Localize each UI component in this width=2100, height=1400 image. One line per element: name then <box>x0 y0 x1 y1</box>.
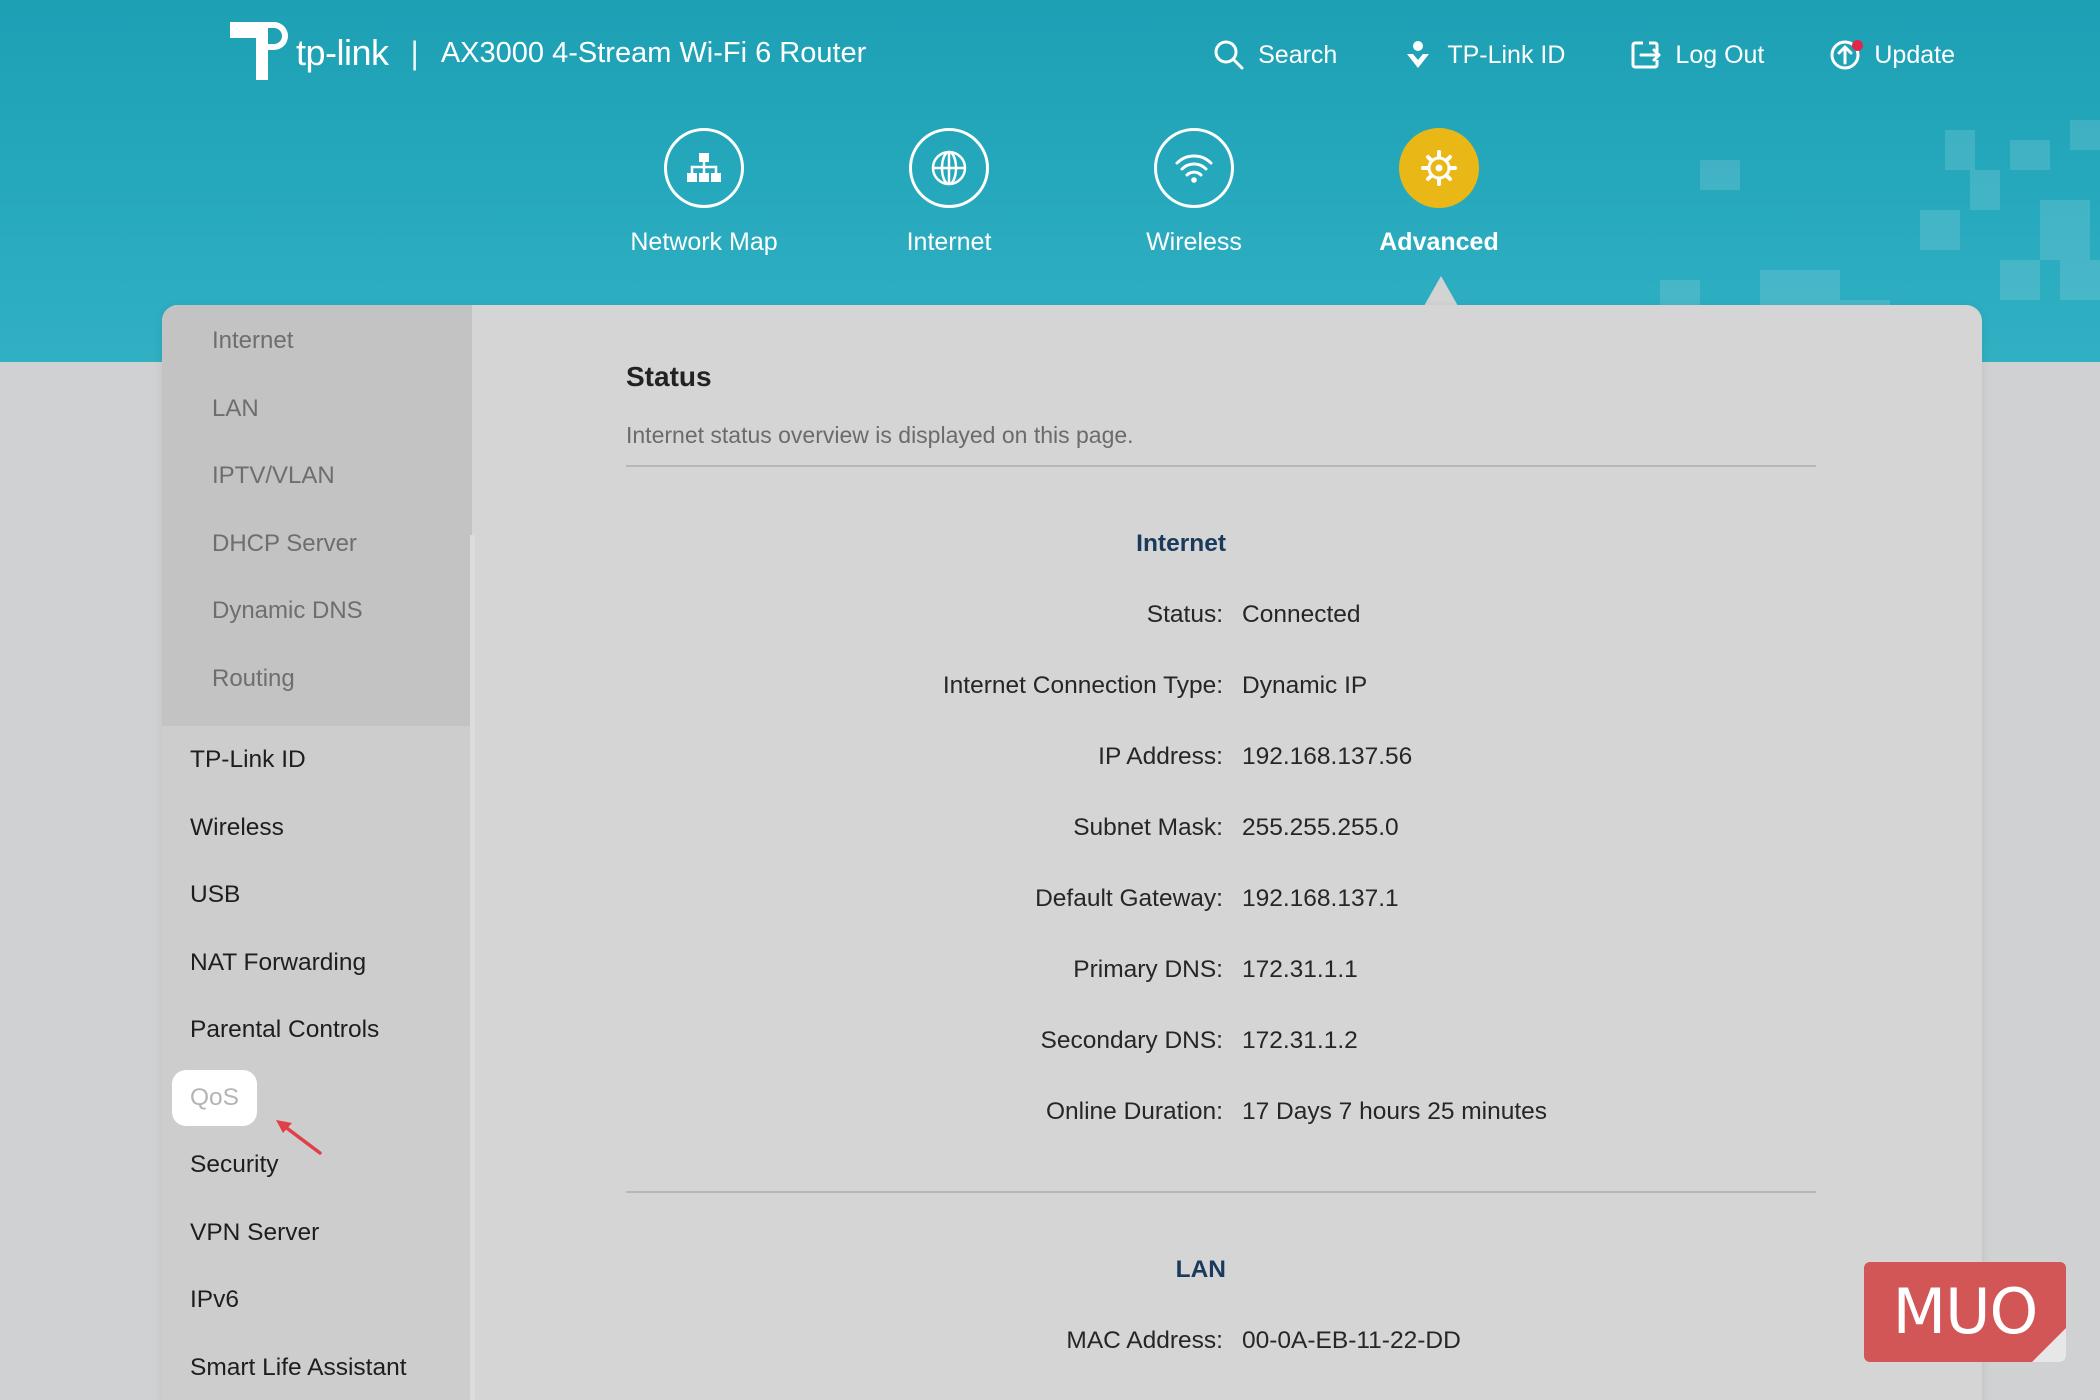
sidebar-item-wireless[interactable]: Wireless <box>162 800 472 868</box>
status-row-label: Primary DNS: <box>1073 956 1223 983</box>
section-divider <box>626 465 1816 467</box>
status-row: Default Gateway: 192.168.137.1 <box>626 885 1816 925</box>
sidebar-subitem-iptv-vlan[interactable]: IPTV/VLAN <box>162 450 472 518</box>
nav-internet[interactable]: Internet <box>849 128 1049 257</box>
status-row-value: 17 Days 7 hours 25 minutes <box>1242 1098 1548 1125</box>
header-separator: | <box>410 34 419 71</box>
section-divider <box>626 1191 1816 1193</box>
active-nav-pointer <box>1424 276 1458 306</box>
status-row-value: 172.31.1.2 <box>1242 1027 1358 1054</box>
status-row-label: Default Gateway: <box>1035 885 1223 912</box>
status-row: MAC Address: 00-0A-EB-11-22-DD <box>626 1327 1816 1367</box>
tplink-id-icon <box>1407 41 1430 68</box>
page-description: Internet status overview is displayed on… <box>626 422 1134 448</box>
sidebar-item-usb[interactable]: USB <box>162 867 472 935</box>
logo-text: tp-link <box>296 32 389 73</box>
nav-network-map[interactable]: Network Map <box>604 128 804 257</box>
status-row-value: 172.31.1.1 <box>1242 956 1358 983</box>
sidebar-item-nat-forwarding[interactable]: NAT Forwarding <box>162 935 472 1003</box>
status-row-label: Secondary DNS: <box>1040 1027 1223 1054</box>
status-row-value: 192.168.137.56 <box>1242 743 1413 770</box>
status-row-label: Status: <box>1146 601 1223 628</box>
update-label: Update <box>1874 40 1955 69</box>
logout-icon <box>1631 41 1661 69</box>
globe-icon <box>931 150 967 186</box>
status-row-label: MAC Address: <box>1066 1327 1223 1354</box>
search-icon <box>1214 40 1244 70</box>
nav-internet-label: Internet <box>906 228 992 256</box>
status-row: Status: Connected <box>626 601 1816 641</box>
status-row-label: Subnet Mask: <box>1073 814 1223 841</box>
sidebar: Internet LAN IPTV/VLAN DHCP Server Dynam… <box>162 305 472 1400</box>
logout-button[interactable]: Log Out <box>1629 38 1764 72</box>
wifi-icon <box>1175 154 1213 183</box>
status-row: Subnet Mask: 255.255.255.0 <box>626 814 1816 854</box>
main-panel: Internet LAN IPTV/VLAN DHCP Server Dynam… <box>162 305 1982 1400</box>
network-map-icon <box>687 153 721 182</box>
logout-label: Log Out <box>1675 40 1765 69</box>
status-row-value: 255.255.255.0 <box>1242 814 1399 841</box>
watermark-logo: MUO <box>1864 1262 2066 1362</box>
page-title: Status <box>626 361 712 392</box>
sidebar-item-smart-life-assistant[interactable]: Smart Life Assistant <box>162 1340 472 1400</box>
status-row-label: IP Address: <box>1098 743 1223 770</box>
tplink-id-label: TP-Link ID <box>1447 40 1566 69</box>
brand-logo: tp-link | AX3000 4-Stream Wi-Fi 6 Router <box>222 18 866 88</box>
search-button[interactable]: Search <box>1212 38 1337 72</box>
status-row: Internet Connection Type: Dynamic IP <box>626 672 1816 712</box>
main-nav: Network Map Internet Wireless Advanced <box>0 128 2100 268</box>
sidebar-item-parental-controls[interactable]: Parental Controls <box>162 1002 472 1070</box>
product-name: AX3000 4-Stream Wi-Fi 6 Router <box>440 36 867 69</box>
status-row: Online Duration: 17 Days 7 hours 25 minut… <box>626 1098 1816 1138</box>
content-area: Status Internet status overview is displ… <box>626 305 1818 1400</box>
internet-section-title: Internet <box>1136 530 1226 557</box>
search-label: Search <box>1258 40 1338 69</box>
status-row-label: Internet Connection Type: <box>942 672 1223 699</box>
status-row-value: 192.168.137.1 <box>1242 885 1399 912</box>
sidebar-item-qos-label: QoS <box>172 1069 258 1126</box>
status-row: Primary DNS: 172.31.1.1 <box>626 956 1816 996</box>
sidebar-divider <box>470 535 475 1400</box>
nav-advanced[interactable]: Advanced <box>1339 128 1539 257</box>
sidebar-subitem-dhcp-server[interactable]: DHCP Server <box>162 518 472 586</box>
sidebar-subitem-routing[interactable]: Routing <box>162 653 472 721</box>
annotation-arrow-icon <box>276 1120 322 1155</box>
sidebar-item-vpn-server[interactable]: VPN Server <box>162 1205 472 1273</box>
status-row: Secondary DNS: 172.31.1.2 <box>626 1027 1816 1067</box>
top-action-bar: Search TP-Link ID Log Out Update <box>1200 30 1955 80</box>
status-row: IP Address: 192.168.137.56 <box>626 743 1816 783</box>
status-row-value: 00-0A-EB-11-22-DD <box>1242 1327 1461 1354</box>
sidebar-subitem-dynamic-dns[interactable]: Dynamic DNS <box>162 585 472 653</box>
nav-wireless[interactable]: Wireless <box>1094 128 1294 257</box>
nav-advanced-label: Advanced <box>1379 228 1499 256</box>
sidebar-submenu-network: Internet LAN IPTV/VLAN DHCP Server Dynam… <box>162 305 472 726</box>
sidebar-item-ipv6[interactable]: IPv6 <box>162 1272 472 1340</box>
gear-icon <box>1421 150 1457 186</box>
sidebar-menu: TP-Link ID Wireless USB NAT Forwarding P… <box>162 726 472 1400</box>
tp-link-logo-icon <box>230 22 288 80</box>
sidebar-subitem-internet[interactable]: Internet <box>162 315 472 383</box>
status-row-value: Connected <box>1242 601 1361 628</box>
sidebar-subitem-lan[interactable]: LAN <box>162 383 472 451</box>
tplink-id-button[interactable]: TP-Link ID <box>1401 38 1565 72</box>
status-row-value: Dynamic IP <box>1242 672 1368 699</box>
sidebar-item-tplink-id[interactable]: TP-Link ID <box>162 732 472 800</box>
update-button[interactable]: Update <box>1828 38 1955 72</box>
lan-section-title: LAN <box>1175 1256 1226 1283</box>
status-row-label: Online Duration: <box>1045 1098 1223 1125</box>
nav-wireless-label: Wireless <box>1146 228 1242 256</box>
nav-network-map-label: Network Map <box>630 228 778 256</box>
